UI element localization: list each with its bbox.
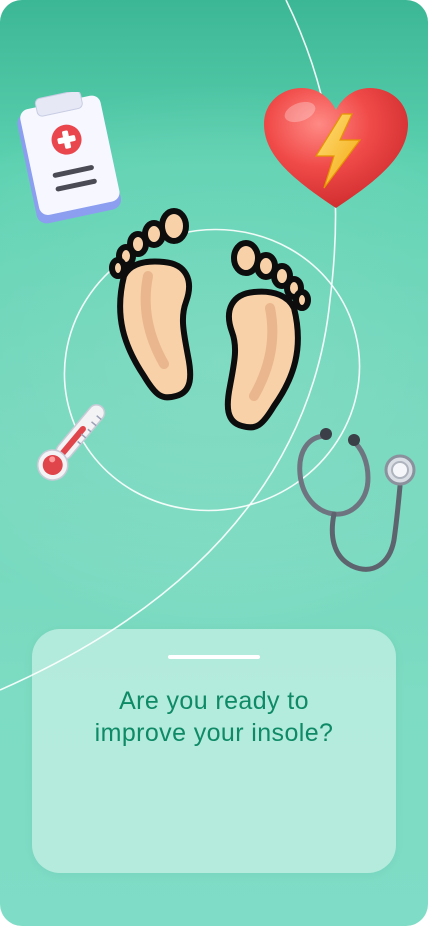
- thermometer-icon: [36, 404, 106, 481]
- stethoscope-icon: [297, 428, 416, 572]
- headline-line-2: improve your insole?: [94, 719, 334, 747]
- onboarding-card: Are you ready to improve your insole?: [32, 629, 396, 873]
- drag-handle[interactable]: [168, 655, 260, 659]
- heart-lightning-icon: [264, 88, 408, 208]
- onboarding-headline: Are you ready to improve your insole?: [32, 685, 396, 749]
- bare-feet-icon: [109, 208, 311, 431]
- headline-line-1: Are you ready to: [119, 687, 309, 715]
- onboarding-screen: Are you ready to improve your insole?: [0, 0, 428, 926]
